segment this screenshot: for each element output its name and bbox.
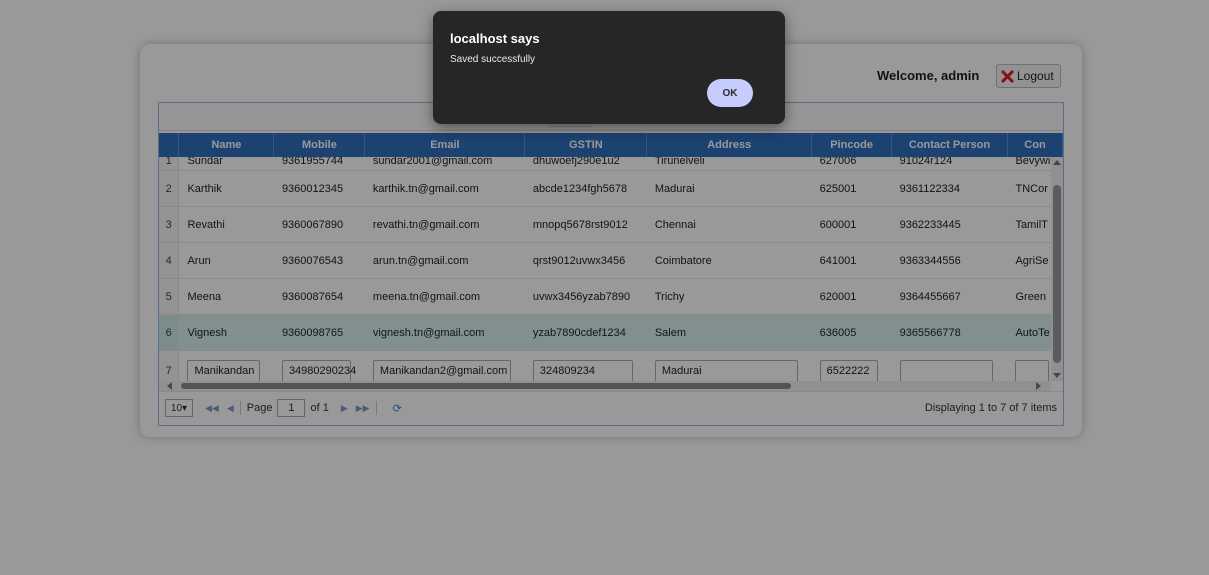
ok-button[interactable]: OK — [707, 79, 753, 107]
alert-dialog: localhost says Saved successfully OK — [433, 11, 785, 124]
dialog-title: localhost says — [450, 31, 540, 46]
dialog-message: Saved successfully — [450, 54, 536, 65]
